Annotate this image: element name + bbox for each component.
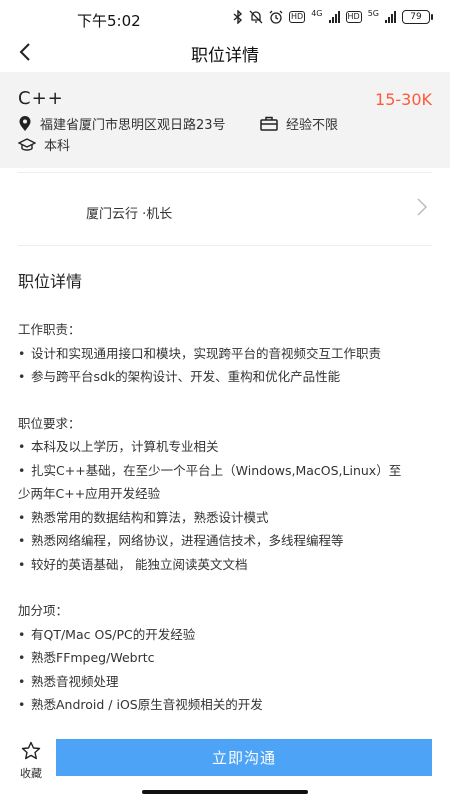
page-title: 职位详情 (191, 46, 259, 66)
status-time: 下午5:02 (77, 12, 141, 30)
network-type-5g: 5G (367, 8, 379, 18)
section-title: 职位详情 (18, 272, 83, 291)
list-item: • 熟悉FFmpeg/Webrtc (18, 650, 155, 665)
company-text: 厦门云行 ·机长 (86, 207, 173, 222)
address-row[interactable]: 福建省厦门市思明区观日路23号 (18, 114, 226, 133)
alarm-icon (269, 10, 283, 24)
hd-badge: HD (289, 11, 306, 23)
home-indicator (142, 790, 308, 794)
list-item: • 较好的英语基础， 能独立阅读英文文档 (18, 556, 248, 572)
bluetooth-icon (233, 10, 243, 24)
education-text: 本科 (44, 139, 71, 154)
education-row: 本科 (18, 135, 70, 154)
address-text: 福建省厦门市思明区观日路23号 (40, 118, 226, 133)
hd-badge-2: HD (345, 11, 362, 23)
list-item: • 熟悉音视频处理 (18, 673, 119, 689)
chat-now-button[interactable]: 立即沟通 (56, 739, 432, 776)
list-item: • 设计和实现通用接口和模块，实现跨平台的音视频交互工作职责 (18, 345, 382, 361)
company-row[interactable]: 厦门云行 ·机长 (18, 172, 432, 246)
list-item: • 扎实C++基础，在至少一个平台上（Windows,MacOS,Linux）至 (18, 462, 402, 478)
graduation-cap-icon (18, 137, 36, 151)
signal-icon (328, 11, 340, 23)
experience-text: 经验不限 (286, 118, 339, 133)
nav-bar: 职位详情 (0, 36, 450, 70)
bonus-heading: 加分项： (18, 603, 69, 618)
location-pin-icon (19, 115, 31, 131)
network-type-4g: 4G (311, 8, 323, 18)
favorite-label: 收藏 (20, 767, 42, 780)
signal-icon-2 (385, 11, 396, 23)
salary: 15-30K (375, 90, 432, 109)
status-bar: 下午5:02 HD 4G HD 5G 79 (0, 0, 450, 36)
list-item: • 熟悉网络编程，网络协议，进程通信技术，多线程编程等 (18, 533, 344, 548)
bottom-action-bar: 收藏 立即沟通 (0, 728, 450, 788)
favorite-button[interactable]: 收藏 (16, 741, 46, 781)
mute-bell-icon (249, 10, 263, 24)
list-item-continuation: 少两年C++应用开发经验 (18, 486, 161, 501)
job-title: C++ (18, 88, 64, 109)
status-icons: HD 4G HD 5G 79 (233, 8, 433, 24)
battery-icon: 79 (402, 10, 433, 24)
responsibilities-heading: 工作职责： (18, 322, 81, 337)
experience-row: 经验不限 (260, 114, 338, 133)
list-item: • 本科及以上学历，计算机专业相关 (18, 439, 219, 454)
job-description: 工作职责： • 设计和实现通用接口和模块，实现跨平台的音视频交互工作职责 • 参与跨… (18, 318, 432, 717)
list-item: • 参与跨平台sdk的架构设计、开发、重构和优化产品性能 (18, 369, 341, 384)
list-item: • 熟悉常用的数据结构和算法，熟悉设计模式 (18, 509, 269, 525)
chevron-right-icon (417, 198, 428, 216)
requirements-heading: 职位要求： (18, 415, 81, 431)
list-item: • 熟悉Android / iOS原生音视频相关的开发 (18, 697, 263, 712)
briefcase-icon (260, 116, 278, 131)
star-icon (21, 741, 41, 760)
list-item: • 有QT/Mac OS/PC的开发经验 (18, 626, 196, 642)
